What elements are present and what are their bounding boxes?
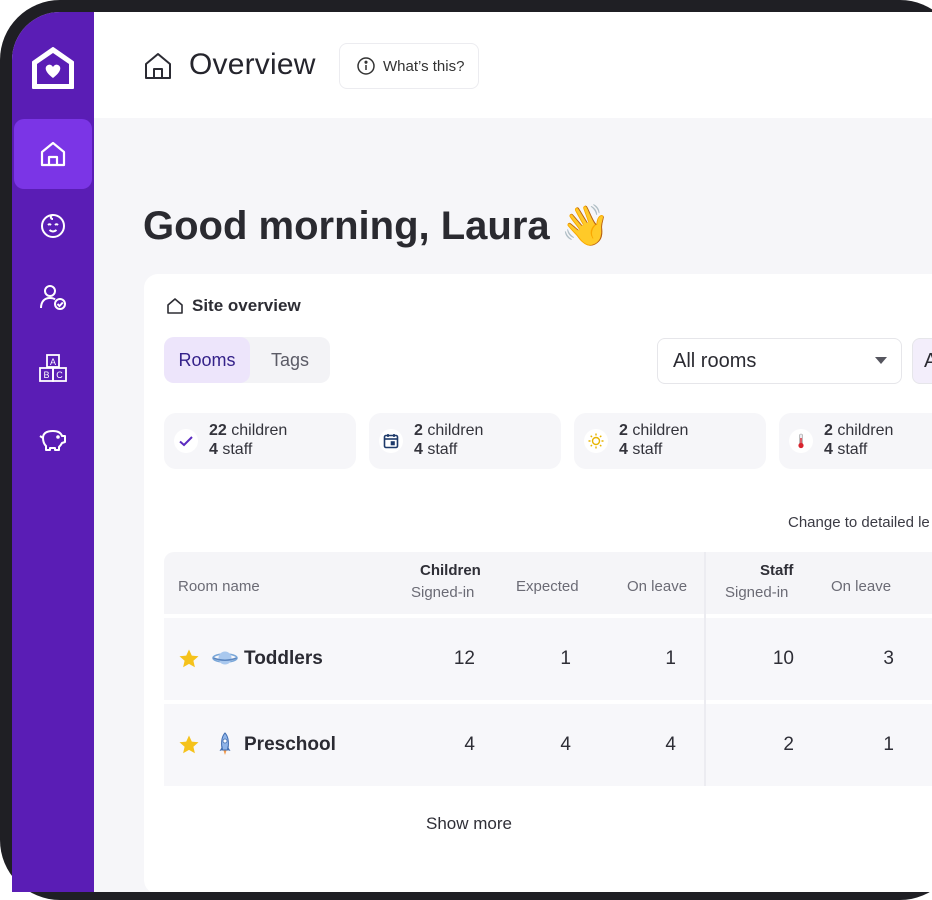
table-row[interactable]: Preschool 4 4 4 2 1	[164, 704, 932, 786]
svg-text:C: C	[56, 370, 63, 380]
svg-text:A: A	[50, 357, 56, 367]
secondary-select-value: A	[924, 349, 932, 372]
tab-rooms[interactable]: Rooms	[164, 337, 250, 383]
star-icon[interactable]	[178, 648, 200, 670]
col-expected: Expected	[516, 578, 579, 595]
sidebar-item-learning[interactable]: A B C	[14, 333, 92, 403]
table-header: Room name Children Signed-in Expected On…	[164, 552, 932, 614]
staff-signed-in-cell: 10	[772, 648, 794, 669]
stat-staff: 4 staff	[414, 441, 458, 458]
room-name: Toddlers	[244, 648, 323, 669]
expected-cell: 4	[560, 734, 571, 755]
stat-expected[interactable]: 2 children 4 staff	[369, 413, 561, 469]
rocket-icon	[219, 732, 231, 755]
greeting-heading: Good morning, Laura 👋	[143, 204, 611, 248]
table-row[interactable]: Toddlers 12 1 1 10 3	[164, 618, 932, 700]
stat-icon-wrap	[789, 429, 813, 453]
info-icon	[357, 57, 375, 75]
sun-icon	[588, 433, 604, 449]
tab-tags[interactable]: Tags	[250, 337, 330, 383]
app-screen: A B C Overview What’s this? Good morning…	[12, 12, 932, 892]
col-staff-on-leave: On leave	[831, 578, 892, 595]
col-group-children: Children	[420, 562, 481, 579]
stat-staff: 4 staff	[209, 441, 253, 458]
stat-staff: 4 staff	[824, 441, 868, 458]
sidebar: A B C	[12, 12, 94, 892]
page-header: Overview What’s this?	[94, 12, 932, 118]
app-logo-house-heart-icon[interactable]	[27, 42, 79, 94]
sidebar-item-home[interactable]	[14, 119, 92, 189]
stat-sick[interactable]: 2 children 4 staff	[779, 413, 932, 469]
col-children-signed-in: Signed-in	[411, 584, 475, 601]
show-more-button[interactable]: Show more	[144, 814, 794, 834]
whats-this-button[interactable]: What’s this?	[339, 43, 479, 89]
piggy-bank-icon	[39, 430, 66, 451]
staff-signed-in-cell: 2	[783, 734, 794, 755]
svg-text:B: B	[43, 370, 49, 380]
planet-icon	[212, 651, 238, 665]
col-room-name: Room name	[178, 578, 260, 595]
whats-this-label: What’s this?	[383, 57, 465, 75]
page-title: Overview	[189, 48, 316, 81]
stat-staff: 4 staff	[619, 441, 663, 458]
secondary-select[interactable]: A	[912, 338, 932, 384]
stat-icon-wrap	[584, 429, 608, 453]
site-overview-card: Site overview Rooms Tags All rooms A 22 …	[144, 274, 932, 892]
on-leave-cell: 4	[665, 734, 676, 755]
check-icon	[179, 436, 193, 447]
change-view-link[interactable]: Change to detailed le	[788, 514, 930, 531]
sidebar-item-children[interactable]	[14, 190, 92, 260]
device-frame: A B C Overview What’s this? Good morning…	[0, 0, 932, 900]
home-icon	[145, 53, 171, 79]
col-on-leave: On leave	[627, 578, 688, 595]
col-staff-signed-in: Signed-in	[725, 584, 789, 601]
children-signed-in-cell: 4	[464, 734, 475, 755]
staff-check-icon	[40, 285, 66, 310]
column-group-divider	[704, 552, 706, 786]
abc-blocks-icon: A B C	[39, 354, 67, 382]
site-overview-label: Site overview	[192, 296, 301, 315]
stat-signed-in[interactable]: 22 children 4 staff	[164, 413, 356, 469]
on-leave-cell: 1	[665, 648, 676, 669]
staff-on-leave-cell: 1	[883, 734, 894, 755]
room-select[interactable]: All rooms	[657, 338, 902, 384]
star-icon[interactable]	[178, 734, 200, 756]
stat-children: 2 children	[619, 422, 689, 439]
room-name: Preschool	[244, 734, 336, 755]
stat-holiday[interactable]: 2 children 4 staff	[574, 413, 766, 469]
view-segmented-control: Rooms Tags	[164, 337, 330, 383]
expected-cell: 1	[560, 648, 571, 669]
calendar-icon	[383, 434, 399, 449]
baby-face-icon	[41, 214, 65, 238]
site-overview-title: Site overview	[166, 296, 301, 316]
stat-icon-wrap	[174, 429, 198, 453]
stat-children: 2 children	[824, 422, 894, 439]
stat-icon-wrap	[379, 429, 403, 453]
stat-children: 22 children	[209, 422, 288, 439]
room-select-value: All rooms	[673, 349, 757, 372]
children-signed-in-cell: 12	[453, 648, 475, 669]
staff-on-leave-cell: 3	[883, 648, 894, 669]
stat-children: 2 children	[414, 422, 484, 439]
home-icon	[40, 141, 66, 167]
chevron-down-icon	[875, 357, 887, 364]
col-group-staff: Staff	[760, 562, 794, 579]
home-icon	[167, 298, 183, 314]
thermometer-icon	[798, 433, 804, 449]
sidebar-item-finance[interactable]	[14, 404, 92, 474]
sidebar-item-staff[interactable]	[14, 262, 92, 332]
rooms-table: Room name Children Signed-in Expected On…	[164, 552, 932, 786]
